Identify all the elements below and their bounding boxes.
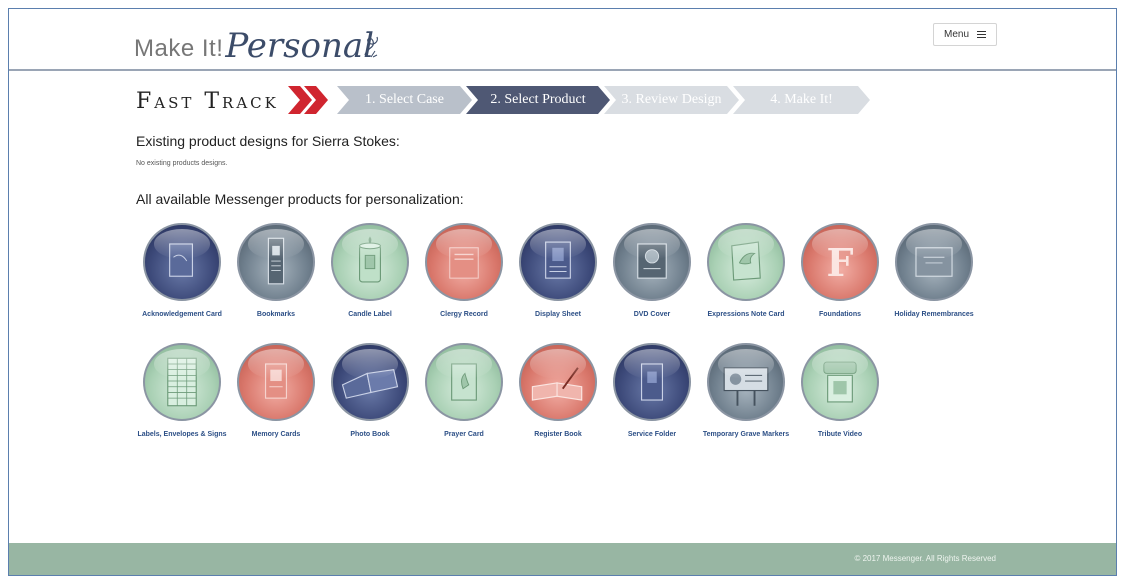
product-clergy-record[interactable]: Clergy Record <box>419 223 509 320</box>
bookmark-icon <box>237 223 315 301</box>
footer: © 2017 Messenger. All Rights Reserved <box>9 543 1116 575</box>
fast-track-title: Fast Track <box>136 89 279 114</box>
step-select-case[interactable]: 1. Select Case <box>337 86 472 114</box>
step-select-product[interactable]: 2. Select Product <box>466 86 610 114</box>
prayer-card-icon <box>425 343 503 421</box>
product-label: Service Folder <box>627 431 677 438</box>
product-label: Register Book <box>534 431 582 438</box>
product-dvd-cover[interactable]: DVD Cover <box>607 223 697 320</box>
product-display-sheet[interactable]: Display Sheet <box>513 223 603 320</box>
dvd-cover-icon <box>613 223 691 301</box>
product-bookmarks[interactable]: Bookmarks <box>231 223 321 320</box>
progress-steps: 1. Select Case 2. Select Product 3. Revi… <box>337 86 877 114</box>
logo[interactable]: Make It! Personal <box>134 23 378 66</box>
product-label: Prayer Card <box>444 431 484 438</box>
product-label: Photo Book <box>350 431 390 438</box>
page-frame: Make It! Personal Menu Fast Track 1. Sel… <box>8 8 1117 576</box>
folder-icon <box>613 343 691 421</box>
product-label: Acknowledgement Card <box>142 311 222 318</box>
existing-designs-heading: Existing product designs for Sierra Stok… <box>136 133 400 149</box>
grave-marker-icon <box>707 343 785 421</box>
product-candle-label[interactable]: Candle Label <box>325 223 415 320</box>
menu-button[interactable]: Menu <box>933 23 997 46</box>
product-expressions-note-card[interactable]: Expressions Note Card <box>701 223 791 320</box>
product-photo-book[interactable]: Photo Book <box>325 343 415 440</box>
product-label: Labels, Envelopes & Signs <box>137 431 227 438</box>
product-memory-cards[interactable]: Memory Cards <box>231 343 321 440</box>
video-icon <box>801 343 879 421</box>
menu-label: Menu <box>943 29 969 40</box>
product-service-folder[interactable]: Service Folder <box>607 343 697 440</box>
letter-f-icon: F <box>801 223 879 301</box>
product-label: Holiday Remembrances <box>894 311 974 318</box>
card-icon <box>143 223 221 301</box>
step-make-it: 4. Make It! <box>733 86 870 114</box>
product-foundations[interactable]: F Foundations <box>795 223 885 320</box>
product-acknowledgement-card[interactable]: Acknowledgement Card <box>137 223 227 320</box>
photo-book-icon <box>331 343 409 421</box>
product-tribute-video[interactable]: Tribute Video <box>795 343 885 440</box>
product-prayer-card[interactable]: Prayer Card <box>419 343 509 440</box>
product-label: Tribute Video <box>817 431 863 438</box>
no-existing-designs-text: No existing products designs. <box>136 160 228 167</box>
holiday-card-icon <box>895 223 973 301</box>
hamburger-icon <box>977 31 986 38</box>
register-book-icon <box>519 343 597 421</box>
record-icon <box>425 223 503 301</box>
product-label: Candle Label <box>348 311 392 318</box>
header-divider <box>9 69 1116 71</box>
chevrons-icon <box>288 86 328 114</box>
product-temporary-grave-markers[interactable]: Temporary Grave Markers <box>701 343 791 440</box>
logo-personal-text: Personal <box>225 26 375 66</box>
copyright-text: © 2017 Messenger. All Rights Reserved <box>854 554 996 563</box>
product-register-book[interactable]: Register Book <box>513 343 603 440</box>
swirl-icon <box>364 36 378 58</box>
product-label: Clergy Record <box>440 311 488 318</box>
product-label: Temporary Grave Markers <box>702 431 790 438</box>
dove-card-icon <box>707 223 785 301</box>
display-sheet-icon <box>519 223 597 301</box>
product-labels-envelopes-signs[interactable]: Labels, Envelopes & Signs <box>137 343 227 440</box>
memory-card-icon <box>237 343 315 421</box>
product-holiday-remembrances[interactable]: Holiday Remembrances <box>889 223 979 320</box>
product-label: Foundations <box>819 311 861 318</box>
product-label: Expressions Note Card <box>707 311 785 318</box>
labels-sheet-icon <box>143 343 221 421</box>
product-label: DVD Cover <box>633 311 671 318</box>
product-label: Memory Cards <box>251 431 301 438</box>
product-label: Bookmarks <box>256 311 296 318</box>
logo-make-text: Make It! <box>134 35 224 62</box>
step-review-design: 3. Review Design <box>604 86 739 114</box>
available-products-heading: All available Messenger products for per… <box>136 191 464 207</box>
svg-text:F: F <box>827 240 854 285</box>
product-label: Display Sheet <box>535 311 581 318</box>
candle-icon <box>331 223 409 301</box>
